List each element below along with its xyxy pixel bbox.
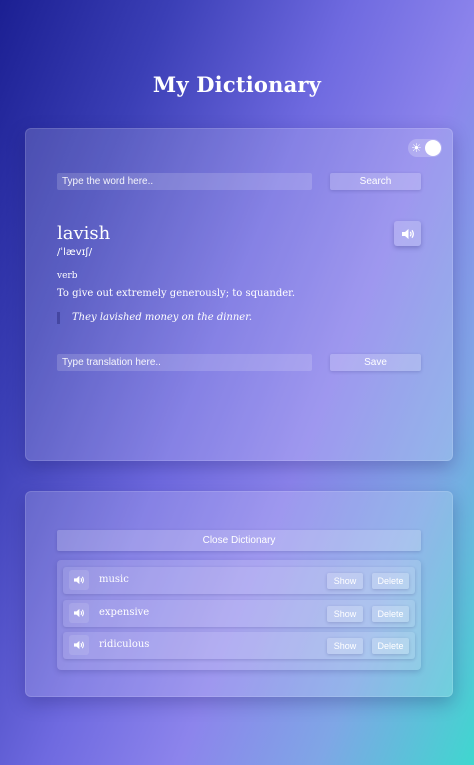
delete-button[interactable]: Delete [372, 606, 409, 622]
show-button[interactable]: Show [327, 606, 363, 622]
example-quote-bar [57, 312, 60, 324]
row-pronunciation-button[interactable] [69, 635, 89, 655]
list-item: expensive Show Delete [63, 600, 415, 627]
definition-text: To give out extremely generously; to squ… [57, 288, 296, 299]
example-text: They lavished money on the dinner. [72, 312, 253, 323]
saved-word: ridiculous [99, 639, 150, 650]
saved-word: expensive [99, 607, 150, 618]
search-button[interactable]: Search [330, 173, 421, 190]
speaker-icon [401, 228, 414, 239]
saved-words-list: music Show Delete expensive Show Delete [57, 560, 421, 670]
list-item: ridiculous Show Delete [63, 632, 415, 659]
toggle-knob [425, 140, 441, 156]
show-button[interactable]: Show [327, 638, 363, 654]
list-item: music Show Delete [63, 567, 415, 594]
show-button[interactable]: Show [327, 573, 363, 589]
speaker-icon [74, 608, 84, 618]
close-dictionary-button[interactable]: Close Dictionary [57, 530, 421, 551]
word-title: lavish [57, 223, 111, 244]
delete-button[interactable]: Delete [372, 573, 409, 589]
speaker-icon [74, 640, 84, 650]
translation-input[interactable] [57, 354, 312, 371]
save-button[interactable]: Save [330, 354, 421, 371]
saved-words-card: Close Dictionary music Show Delete expen… [25, 491, 453, 697]
part-of-speech: verb [57, 271, 78, 281]
search-input[interactable] [57, 173, 312, 190]
row-pronunciation-button[interactable] [69, 570, 89, 590]
sun-icon: ☀ [411, 141, 422, 155]
phonetic-text: /ˈlævɪʃ/ [57, 247, 93, 258]
theme-toggle[interactable]: ☀ [408, 139, 442, 157]
row-pronunciation-button[interactable] [69, 603, 89, 623]
speaker-icon [74, 575, 84, 585]
dictionary-card: ☀ Search lavish /ˈlævɪʃ/ verb To give ou… [25, 128, 453, 461]
delete-button[interactable]: Delete [372, 638, 409, 654]
page-title: My Dictionary [152, 72, 322, 97]
saved-word: music [99, 574, 129, 585]
pronunciation-button[interactable] [394, 221, 421, 246]
